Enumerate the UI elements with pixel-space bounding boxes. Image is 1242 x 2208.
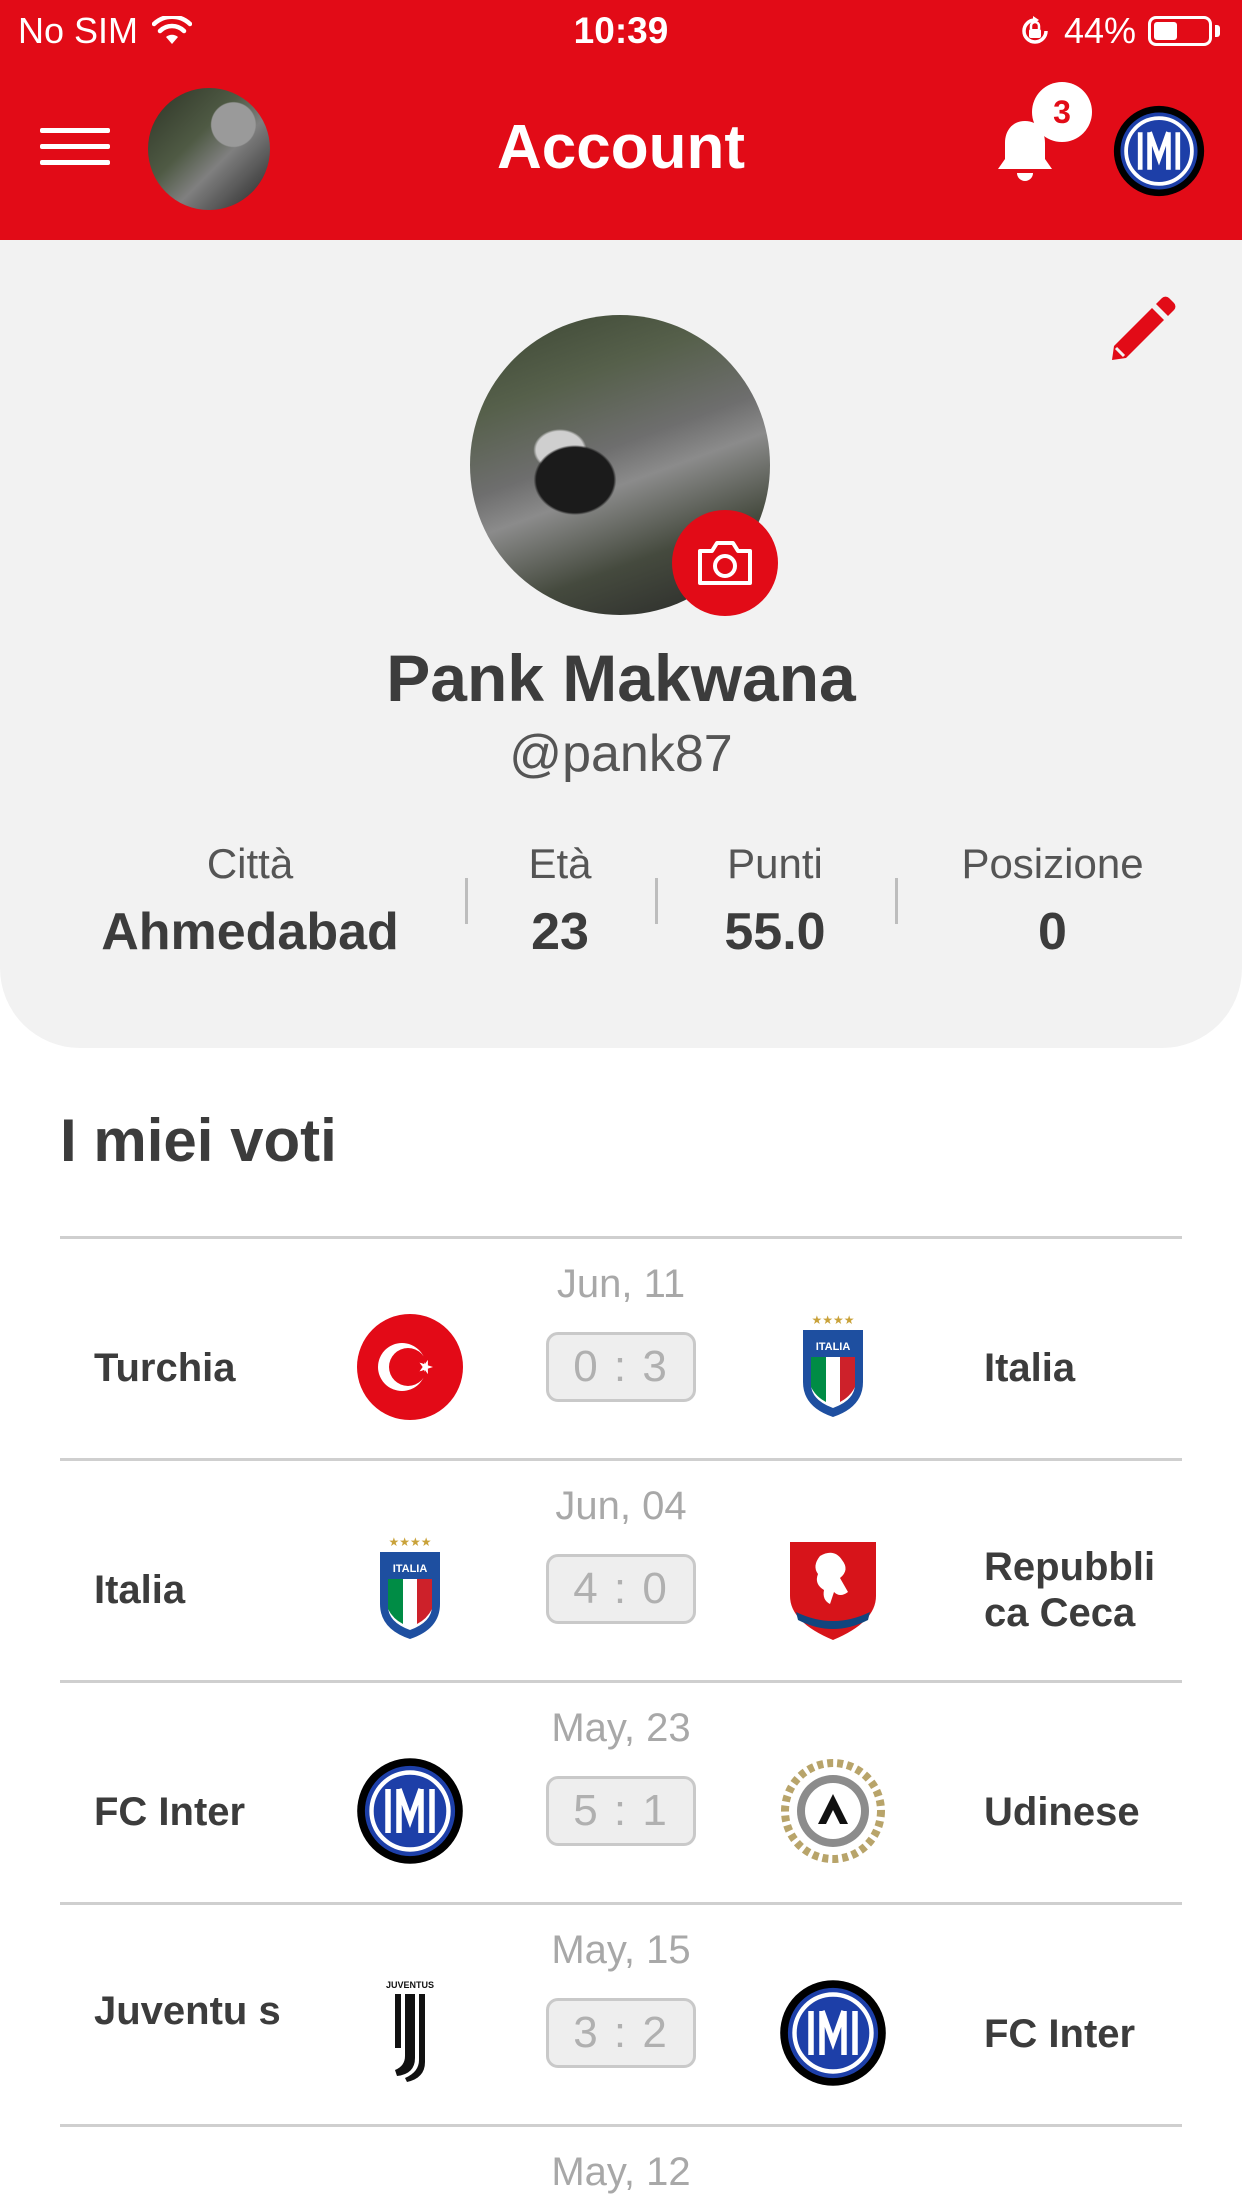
stat-divider — [895, 878, 898, 924]
row-divider — [60, 1680, 1182, 1683]
turkey-flag-icon — [357, 1314, 463, 1420]
stat-position-label: Posizione — [961, 840, 1144, 887]
match-date: Jun, 11 — [556, 1262, 686, 1306]
stat-position: Posizione 0 — [920, 840, 1185, 962]
change-photo-button[interactable] — [672, 510, 778, 616]
vote-score[interactable]: 0 : 3 — [546, 1332, 696, 1402]
stat-points-value: 55.0 — [724, 903, 826, 961]
stat-points: Punti 55.0 — [670, 840, 880, 962]
match-date: May, 12 — [551, 2150, 691, 2194]
vote-score[interactable]: 3 : 2 — [546, 1998, 696, 2068]
match-date: May, 15 — [551, 1928, 691, 1972]
stat-divider — [655, 878, 658, 924]
home-team-name[interactable]: Turchia — [94, 1345, 284, 1391]
home-team-name[interactable]: Italia — [94, 1567, 284, 1613]
svg-text:ITALIA: ITALIA — [816, 1341, 851, 1353]
inter-logo-icon — [357, 1758, 463, 1864]
away-team-name[interactable]: FC Inter — [984, 2011, 1194, 2057]
status-bar-right: 44% — [1018, 10, 1220, 52]
camera-icon — [698, 541, 752, 585]
inter-logo-icon — [780, 1980, 886, 2086]
svg-text:ITALIA: ITALIA — [393, 1563, 428, 1575]
inter-logo-icon[interactable] — [1112, 104, 1206, 198]
stat-points-label: Punti — [727, 840, 823, 887]
stat-age-label: Età — [528, 840, 592, 887]
vote-score[interactable]: 5 : 1 — [546, 1776, 696, 1846]
votes-section-title: I miei voti — [60, 1107, 337, 1174]
row-divider — [60, 1458, 1182, 1461]
edit-pencil-icon[interactable] — [1102, 290, 1182, 370]
match-date: Jun, 04 — [555, 1484, 687, 1528]
stat-city: Città Ahmedabad — [70, 840, 430, 962]
stat-age-value: 23 — [531, 903, 589, 961]
away-team-name[interactable]: Italia — [984, 1345, 1194, 1391]
profile-handle: @pank87 — [509, 725, 733, 783]
row-divider — [60, 1902, 1182, 1905]
profile-name: Pank Makwana — [386, 641, 856, 715]
svg-text:★★★★: ★★★★ — [388, 1535, 431, 1549]
top-bar: No SIM 10:39 44% Account 3 — [0, 0, 1242, 240]
udinese-crest-icon — [781, 1759, 885, 1863]
orientation-lock-icon — [1022, 16, 1048, 44]
italy-crest-icon: ★★★★ ITALIA — [803, 1313, 863, 1417]
match-date: May, 23 — [551, 1706, 691, 1750]
stat-city-value: Ahmedabad — [101, 903, 399, 961]
stat-divider — [465, 878, 468, 924]
home-team-name[interactable]: FC Inter — [94, 1789, 284, 1835]
battery-percent: 44% — [1063, 10, 1136, 51]
away-team-name[interactable]: Repubbli ca Ceca — [984, 1544, 1194, 1636]
battery-tip — [1215, 25, 1220, 37]
row-divider — [60, 1236, 1182, 1239]
stat-age: Età 23 — [480, 840, 640, 962]
vote-score[interactable]: 4 : 0 — [546, 1554, 696, 1624]
row-divider — [60, 2124, 1182, 2127]
home-team-name[interactable]: Juventu s — [94, 1988, 284, 2034]
juventus-logo-icon: JUVENTUS — [386, 1980, 434, 2082]
italy-crest-icon: ★★★★ ITALIA — [380, 1535, 440, 1639]
svg-text:JUVENTUS: JUVENTUS — [386, 1980, 434, 1990]
battery-icon — [1148, 16, 1212, 46]
czech-crest-icon — [790, 1542, 876, 1640]
svg-text:★★★★: ★★★★ — [811, 1313, 854, 1327]
away-team-name[interactable]: Udinese — [984, 1789, 1194, 1835]
stat-position-value: 0 — [1038, 903, 1067, 961]
notification-badge: 3 — [1032, 82, 1092, 142]
stat-city-label: Città — [206, 840, 294, 887]
